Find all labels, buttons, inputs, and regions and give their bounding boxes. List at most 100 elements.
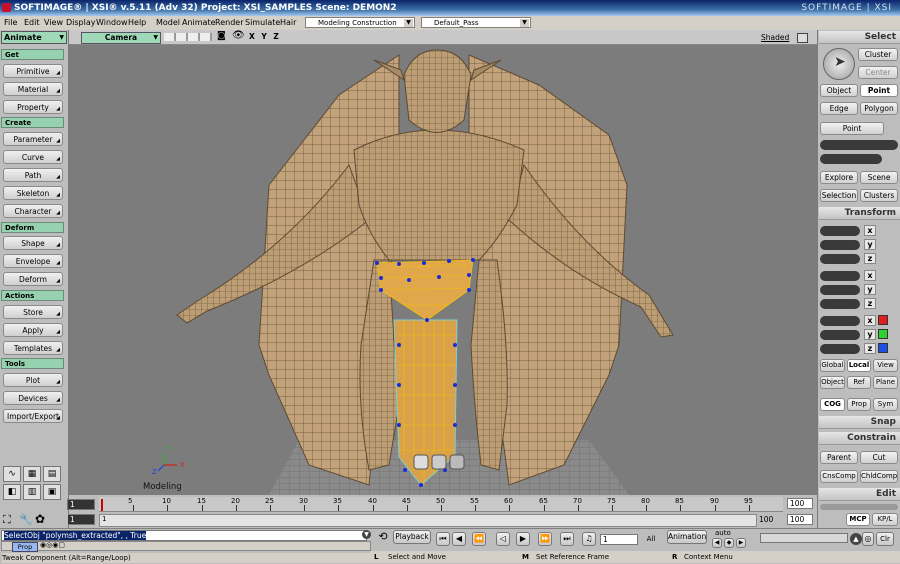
section-get[interactable]: Get [1,49,64,60]
primitive-button[interactable]: Primitive ◢ [3,64,63,78]
edit-header[interactable]: Edit [819,488,900,501]
key-scope-icon[interactable]: ◎ [862,532,874,546]
prev-frame-icon[interactable]: ⏪ [472,532,486,546]
path-button[interactable]: Path ◢ [3,168,63,182]
keyable-param-field[interactable] [760,533,848,543]
chevron-left-icon[interactable]: ◀ [712,538,722,548]
chevron-down-icon[interactable]: ▲ [850,533,862,545]
maximize-viewport-icon[interactable] [797,33,808,43]
menu-display[interactable]: Display [66,18,96,27]
layers-icon[interactable]: ▣ [43,484,61,500]
range-slider[interactable]: 1 [99,514,757,527]
3d-viewport[interactable]: Y X Z Modeling [69,45,817,495]
translate-x-field[interactable] [820,316,860,326]
childcomp-button[interactable]: ChldComp [860,470,898,483]
rotate-x-field[interactable] [820,271,860,281]
section-tools[interactable]: Tools [1,358,64,369]
toolbar-icons[interactable]: ◉◎◉▢ [40,541,65,549]
current-frame-field[interactable]: 1 [600,534,638,545]
material-button[interactable]: Material ◢ [3,82,63,96]
translate-z-axis[interactable]: z [864,343,876,354]
mode-selector[interactable]: Animate ▼ [1,31,67,44]
cut-button[interactable]: Cut [860,451,898,464]
chevron-down-icon[interactable]: ▼ [362,530,371,539]
menu-file[interactable]: File [4,18,17,27]
import-export-button[interactable]: Import/Export ◢ [3,409,63,423]
snap-header[interactable]: Snap [819,416,900,429]
timeline-start-field[interactable]: 1 [67,499,95,510]
select-arrow-icon[interactable]: ➤ [823,48,855,80]
cluster-button[interactable]: Cluster [858,48,898,61]
axes-toggle[interactable]: X Y Z [249,32,281,41]
tweak-gizmo[interactable] [413,454,465,470]
kpl-tab[interactable]: KP/L [872,513,898,526]
object-select-button[interactable]: Object [820,84,858,97]
store-button[interactable]: Store ◢ [3,305,63,319]
templates-button[interactable]: Templates ◢ [3,341,63,355]
green-axis-swatch[interactable] [878,329,888,339]
animation-button[interactable]: Animation [667,530,707,544]
goto-start-icon[interactable]: ⏮ [436,532,450,546]
object-ref-button[interactable]: Object [820,376,845,389]
shading-mode[interactable]: Shaded [761,33,789,42]
section-create[interactable]: Create [1,117,64,128]
auto-key-label[interactable]: auto [715,529,731,537]
mcp-tab[interactable]: MCP [846,513,870,526]
devices-button[interactable]: Devices ◢ [3,391,63,405]
rotate-z-axis[interactable]: z [864,298,876,309]
fcurve-editor-icon[interactable]: ∿ [3,466,21,482]
scene-button[interactable]: Scene [860,171,898,184]
translate-x-axis[interactable]: x [864,315,876,326]
all-button[interactable]: All [640,533,662,545]
playback-button[interactable]: Playback [393,530,431,544]
parent-button[interactable]: Parent [820,451,858,464]
view-button[interactable]: View [873,359,898,372]
menu-simulate[interactable]: Simulate [245,18,280,27]
center-button[interactable]: Center [858,66,898,79]
command-line[interactable]: SelectObj "polymsh_extracted", , True [1,530,367,541]
play-icon[interactable]: ▶ [516,532,530,546]
playhead[interactable] [101,499,103,511]
camera-icon[interactable]: ◙ [217,31,226,41]
rotate-z-field[interactable] [820,299,860,309]
translate-z-field[interactable] [820,344,860,354]
point-filter-button[interactable]: Point [820,122,884,135]
clear-button[interactable]: Clr [876,532,894,546]
point-select-button[interactable]: Point [860,84,898,97]
scale-x-field[interactable] [820,226,860,236]
skeleton-button[interactable]: Skeleton ◢ [3,186,63,200]
select-header[interactable]: Select [819,31,900,44]
plane-button[interactable]: Plane [873,376,898,389]
clusters-button[interactable]: Clusters [860,189,898,202]
menu-help[interactable]: Help [128,18,146,27]
local-button[interactable]: Local [847,359,871,372]
translate-y-field[interactable] [820,330,860,340]
range-end-field[interactable]: 100 [787,514,813,525]
ref-button[interactable]: Ref [847,376,871,389]
pass-dropdown[interactable]: Default_Pass ▼ [421,17,531,28]
prop-button[interactable]: Prop [847,398,871,411]
wrench-icon[interactable]: 🔧 [19,513,33,526]
render-region-icon[interactable]: ◧ [3,484,21,500]
character-button[interactable]: Character ◢ [3,204,63,218]
translate-y-axis[interactable]: y [864,329,876,340]
prop-button[interactable]: Prop [12,542,38,552]
menu-model[interactable]: Model [156,18,180,27]
playback-loop-icon[interactable]: ⟲ [374,530,392,544]
deform-button[interactable]: Deform ◢ [3,272,63,286]
scale-y-field[interactable] [820,240,860,250]
selection-field[interactable] [820,140,898,150]
key-icon[interactable]: ◆ [724,538,734,548]
explorer-icon[interactable]: ▦ [23,466,41,482]
rotate-y-field[interactable] [820,285,860,295]
parameter-button[interactable]: Parameter ◢ [3,132,63,146]
menu-window[interactable]: Window [96,18,128,27]
prev-key-icon[interactable]: ◀ [452,532,466,546]
plot-button[interactable]: Plot ◢ [3,373,63,387]
polygon-select-button[interactable]: Polygon [860,102,898,115]
rotate-y-axis[interactable]: y [864,284,876,295]
cnscomp-button[interactable]: CnsComp [820,470,858,483]
explore-button[interactable]: Explore [820,171,858,184]
scale-z-axis[interactable]: z [864,253,876,264]
red-axis-swatch[interactable] [878,315,888,325]
